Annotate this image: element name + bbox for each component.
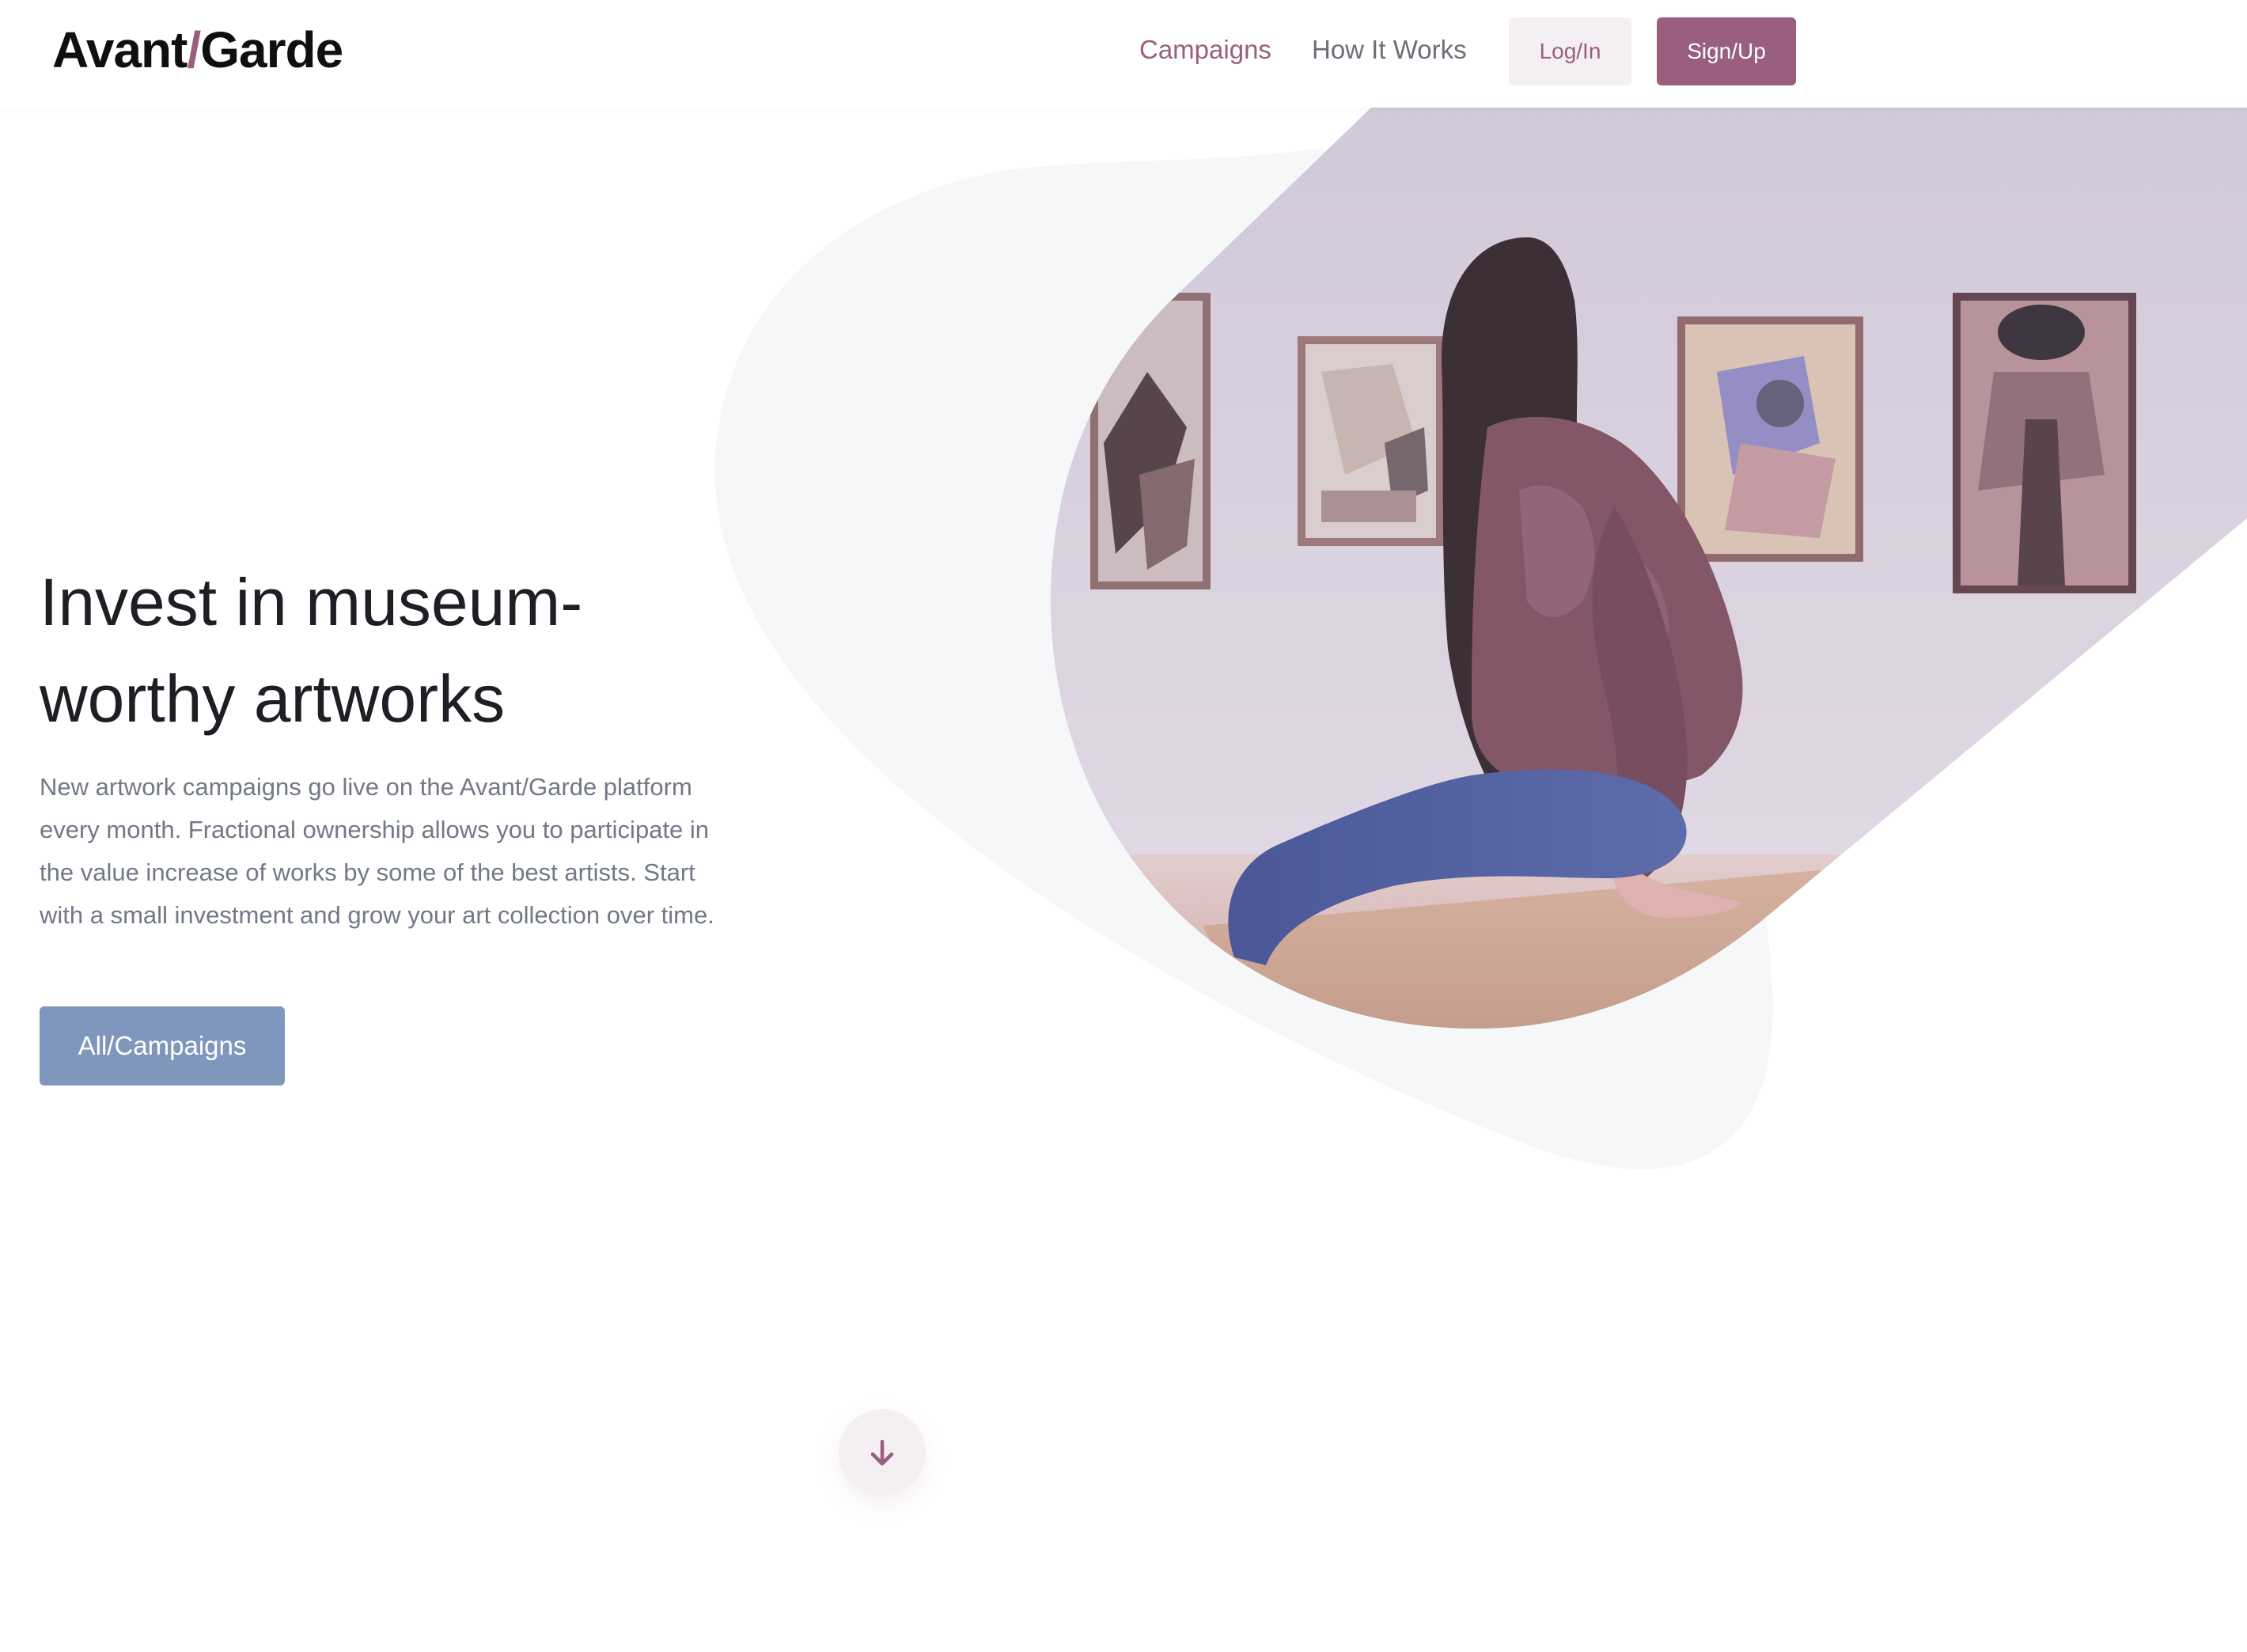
page: Avant/Garde Campaigns How It Works Log/I… — [0, 0, 2247, 1652]
logo-slash: / — [187, 21, 201, 78]
logo-text-right: Garde — [200, 21, 343, 78]
hero-title-line-1: Invest in museum- — [40, 565, 583, 639]
logo-text-left: Avant — [52, 21, 188, 78]
scroll-down-button[interactable] — [839, 1409, 926, 1496]
all-campaigns-button[interactable]: All/Campaigns — [40, 1006, 285, 1086]
logo[interactable]: Avant/Garde — [52, 21, 343, 79]
top-navbar: Avant/Garde Campaigns How It Works Log/I… — [0, 0, 2247, 108]
hero-title: Invest in museum- worthy artworks — [40, 554, 688, 747]
signup-button[interactable]: Sign/Up — [1657, 17, 1796, 85]
hero-title-line-2: worthy artworks — [40, 661, 506, 736]
arrow-down-icon — [870, 1439, 894, 1466]
hero-description: New artwork campaigns go live on the Ava… — [40, 773, 714, 929]
nav-link-campaigns[interactable]: Campaigns — [1139, 35, 1271, 65]
login-button[interactable]: Log/In — [1509, 17, 1631, 85]
nav-link-how-it-works[interactable]: How It Works — [1312, 35, 1467, 65]
